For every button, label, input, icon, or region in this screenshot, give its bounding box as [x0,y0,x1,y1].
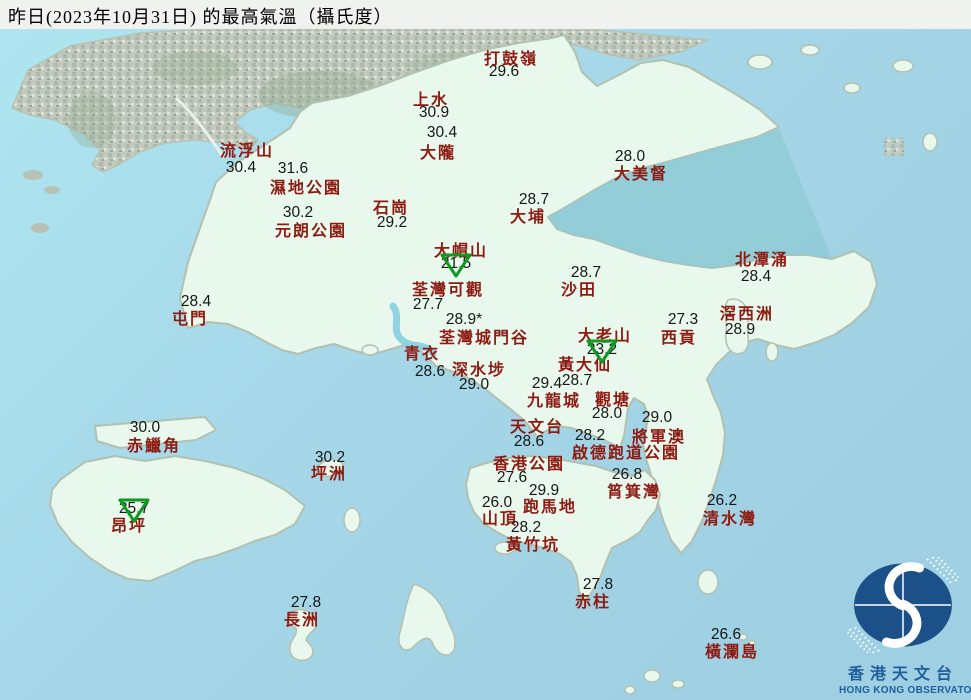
station-name: 荃灣可觀 [411,282,485,299]
hko-logo-chinese: 香港天文台 [847,666,958,683]
station-name: 香港公園 [492,456,566,473]
station-name: 筲箕灣 [606,484,662,501]
station-name: 天文台 [509,419,565,436]
station-value: 28.6 [414,363,446,380]
station-name: 石崗 [372,200,410,217]
station-name: 觀塘 [594,392,632,409]
weather-map-screen: 昨日(2023年10月31日) 的最高氣溫（攝氏度） 29.6 打鼓嶺 30.9 上水… [0,0,971,700]
station-value: 28.4 [740,268,772,285]
station-value: 30.4 [225,159,257,176]
triangle-marker-icon [586,339,618,364]
station-name: 深水埗 [451,362,507,379]
station-name: 青衣 [403,346,441,363]
station-name: 長洲 [283,612,321,629]
station-name: 濕地公園 [269,180,343,197]
station-labels-layer: 29.6 打鼓嶺 30.9 上水 30.4 大隴 28.0 大美督 30.4 流浮山 31.6 濕地公… [0,0,971,700]
station-name: 赤柱 [574,594,612,611]
hko-logo: 香港天文台 HONG KONG OBSERVATORY [839,556,971,696]
station-name: 西貢 [660,330,698,347]
station-name: 流浮山 [219,143,275,160]
station-name: 赤鱲角 [126,438,182,455]
hko-logo-icon [846,556,960,654]
station-name: 黃竹坑 [505,537,561,554]
station-name: 屯門 [171,311,209,328]
map-title: 昨日(2023年10月31日) 的最高氣溫（攝氏度） [8,7,393,27]
station-name: 荃灣城門谷 [438,330,530,347]
triangle-marker-icon [440,253,472,278]
station-name: 大美督 [613,166,669,183]
station-name: 上水 [412,92,450,109]
station-name: 清水灣 [702,511,758,528]
station-name: 打鼓嶺 [483,51,539,68]
station-name: 滘西洲 [719,306,775,323]
hko-logo-english: HONG KONG OBSERVATORY [839,685,971,696]
station-name: 大埔 [509,209,547,226]
station-name: 九龍城 [526,393,582,410]
station-name: 大隴 [419,145,457,162]
station-name: 坪洲 [310,466,348,483]
station-name: 北潭涌 [734,252,790,269]
station-name: 將軍澳 [631,429,687,446]
station-name: 元朗公園 [274,223,348,240]
triangle-marker-icon [118,498,150,523]
station-name: 跑馬地 [522,499,578,516]
station-name: 沙田 [560,282,598,299]
station-name: 橫瀾島 [704,644,760,661]
